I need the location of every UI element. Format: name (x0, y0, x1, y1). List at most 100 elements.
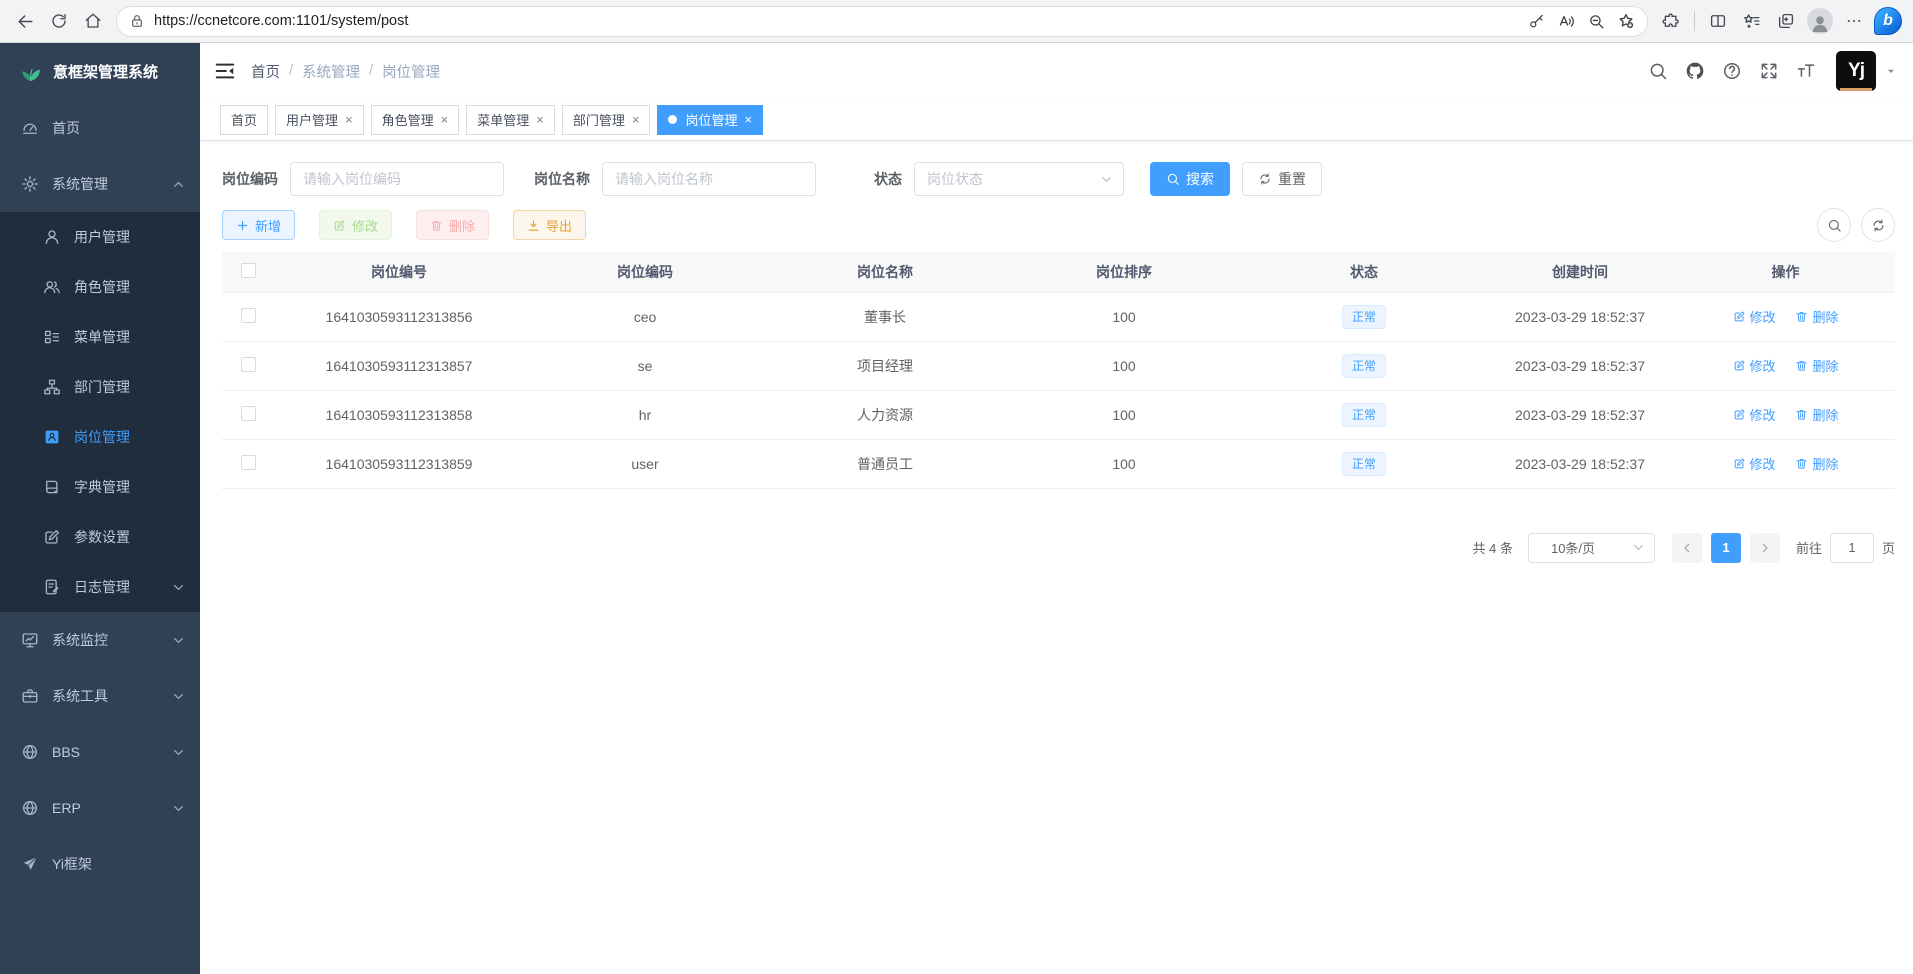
row-edit-link[interactable]: 修改 (1733, 454, 1776, 473)
close-icon[interactable]: × (536, 112, 544, 127)
row-checkbox[interactable] (241, 357, 256, 372)
sidebar-item-menus[interactable]: 菜单管理 (0, 312, 200, 362)
leaf-logo-icon (19, 60, 43, 84)
address-bar[interactable]: https://ccnetcore.com:1101/system/post (116, 6, 1648, 37)
sidebar-item-roles[interactable]: 角色管理 (0, 262, 200, 312)
close-icon[interactable]: × (441, 112, 449, 127)
search-icon[interactable] (1648, 61, 1668, 81)
key-icon[interactable] (1521, 7, 1551, 35)
extensions-icon[interactable] (1654, 4, 1688, 38)
row-checkbox[interactable] (241, 455, 256, 470)
fullscreen-icon[interactable] (1759, 61, 1779, 81)
prev-page-button[interactable] (1672, 533, 1702, 563)
cell-post-code: ceo (524, 292, 766, 341)
refresh-table-button[interactable] (1861, 208, 1895, 242)
tab-menus[interactable]: 菜单管理× (466, 105, 555, 135)
row-edit-link[interactable]: 修改 (1733, 405, 1776, 424)
browser-more-icon[interactable] (1837, 4, 1871, 38)
caret-down-icon[interactable] (1885, 65, 1897, 77)
favorites-bar-icon[interactable] (1735, 4, 1769, 38)
sidebar-item-system[interactable]: 系统管理 (0, 156, 200, 212)
read-aloud-icon[interactable] (1551, 7, 1581, 35)
browser-back-icon[interactable] (8, 4, 42, 38)
cell-post-code: user (524, 439, 766, 488)
edit-icon (43, 528, 61, 546)
url-text[interactable]: https://ccnetcore.com:1101/system/post (154, 13, 1521, 29)
split-screen-icon[interactable] (1701, 4, 1735, 38)
sidebar-toggle-icon[interactable] (214, 60, 236, 82)
export-button[interactable]: 导出 (513, 210, 586, 240)
sidebar-item-bbs[interactable]: BBS (0, 724, 200, 780)
close-icon[interactable]: × (744, 112, 752, 127)
zoom-out-icon[interactable] (1581, 7, 1611, 35)
system-submenu: 用户管理 角色管理 菜单管理 部门管理 (0, 212, 200, 612)
breadcrumb-home[interactable]: 首页 (251, 61, 280, 82)
sidebar-item-users[interactable]: 用户管理 (0, 212, 200, 262)
tab-departments[interactable]: 部门管理× (562, 105, 651, 135)
page-size-select[interactable]: 10条/页 (1528, 533, 1655, 563)
sidebar-item-parameters[interactable]: 参数设置 (0, 512, 200, 562)
trash-icon (1795, 408, 1808, 421)
status-badge: 正常 (1342, 354, 1386, 378)
reset-button[interactable]: 重置 (1242, 162, 1322, 196)
close-icon[interactable]: × (345, 112, 353, 127)
search-button[interactable]: 搜索 (1150, 162, 1230, 196)
post-name-input[interactable] (602, 162, 816, 196)
sidebar-item-posts[interactable]: 岗位管理 (0, 412, 200, 462)
chevron-right-icon (1759, 542, 1771, 554)
status-select[interactable]: 岗位状态 (914, 162, 1124, 196)
tab-posts-active[interactable]: 岗位管理× (657, 105, 763, 135)
dictionary-icon (43, 478, 61, 496)
cell-post-id: 1641030593112313858 (274, 390, 524, 439)
edit-button[interactable]: 修改 (319, 210, 392, 240)
help-icon[interactable] (1722, 61, 1742, 81)
browser-refresh-icon[interactable] (42, 4, 76, 38)
current-page-button[interactable]: 1 (1711, 533, 1741, 563)
select-all-checkbox[interactable] (241, 263, 256, 278)
sidebar-item-yiframe[interactable]: Yi框架 (0, 836, 200, 892)
row-checkbox[interactable] (241, 406, 256, 421)
pagination: 共 4 条 10条/页 1 前往 页 (222, 533, 1895, 563)
tab-users[interactable]: 用户管理× (275, 105, 364, 135)
bing-chat-icon[interactable]: b (1871, 4, 1905, 38)
row-delete-link[interactable]: 删除 (1795, 454, 1838, 473)
breadcrumb-system: 系统管理 (302, 61, 360, 82)
row-edit-link[interactable]: 修改 (1733, 356, 1776, 375)
add-button[interactable]: 新增 (222, 210, 295, 240)
github-icon[interactable] (1685, 61, 1705, 81)
browser-profile-icon[interactable] (1803, 4, 1837, 38)
sidebar-item-home[interactable]: 首页 (0, 100, 200, 156)
dashboard-icon (21, 119, 39, 137)
chevron-down-icon (172, 634, 185, 647)
collections-icon[interactable] (1769, 4, 1803, 38)
sidebar-item-monitor[interactable]: 系统监控 (0, 612, 200, 668)
show-search-button[interactable] (1817, 208, 1851, 242)
globe-icon (21, 743, 39, 761)
post-code-input[interactable] (290, 162, 504, 196)
row-checkbox[interactable] (241, 308, 256, 323)
row-delete-link[interactable]: 删除 (1795, 405, 1838, 424)
font-size-icon[interactable] (1796, 61, 1816, 81)
sidebar-item-logs[interactable]: 日志管理 (0, 562, 200, 612)
row-delete-link[interactable]: 删除 (1795, 307, 1838, 326)
delete-button[interactable]: 删除 (416, 210, 489, 240)
cell-post-name: 人力资源 (766, 390, 1004, 439)
goto-page-input[interactable] (1830, 533, 1874, 563)
next-page-button[interactable] (1750, 533, 1780, 563)
active-tab-dot (668, 115, 677, 124)
favorite-add-icon[interactable] (1611, 7, 1641, 35)
browser-home-icon[interactable] (76, 4, 110, 38)
trash-icon (430, 219, 443, 232)
sidebar-item-departments[interactable]: 部门管理 (0, 362, 200, 412)
sidebar-item-erp[interactable]: ERP (0, 780, 200, 836)
row-delete-link[interactable]: 删除 (1795, 356, 1838, 375)
sidebar-item-tools[interactable]: 系统工具 (0, 668, 200, 724)
paper-plane-icon (21, 855, 39, 873)
row-edit-link[interactable]: 修改 (1733, 307, 1776, 326)
user-avatar[interactable]: Yj (1836, 51, 1876, 91)
tab-home[interactable]: 首页 (220, 105, 268, 135)
close-icon[interactable]: × (632, 112, 640, 127)
sidebar-item-dictionary[interactable]: 字典管理 (0, 462, 200, 512)
tab-roles[interactable]: 角色管理× (371, 105, 460, 135)
sidebar: 意框架管理系统 首页 系统管理 用户管理 角色管理 (0, 43, 200, 974)
